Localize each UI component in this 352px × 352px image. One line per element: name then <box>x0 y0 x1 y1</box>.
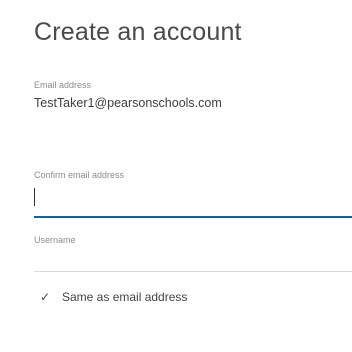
email-field-value[interactable]: TestTaker1@pearsonschools.com <box>34 96 352 110</box>
username-underline <box>34 271 352 272</box>
confirm-email-input[interactable] <box>34 196 352 216</box>
username-label: Username <box>34 235 76 245</box>
same-as-email-label: Same as email address <box>62 290 188 304</box>
username-input[interactable] <box>34 251 352 271</box>
email-field-label: Email address <box>34 80 92 90</box>
checkmark-icon: ✓ <box>40 290 51 304</box>
username-field[interactable]: Username <box>34 235 352 275</box>
confirm-email-underline <box>34 216 352 218</box>
text-cursor <box>34 188 35 206</box>
confirm-email-field[interactable]: Confirm email address <box>34 170 352 220</box>
page-title: Create an account <box>34 18 242 46</box>
confirm-email-label: Confirm email address <box>34 170 125 180</box>
same-as-email-checkbox[interactable]: ✓ Same as email address <box>40 290 187 304</box>
email-field[interactable]: Email address TestTaker1@pearsonschools.… <box>34 80 352 120</box>
create-account-page: Create an account Email address TestTake… <box>0 0 352 352</box>
